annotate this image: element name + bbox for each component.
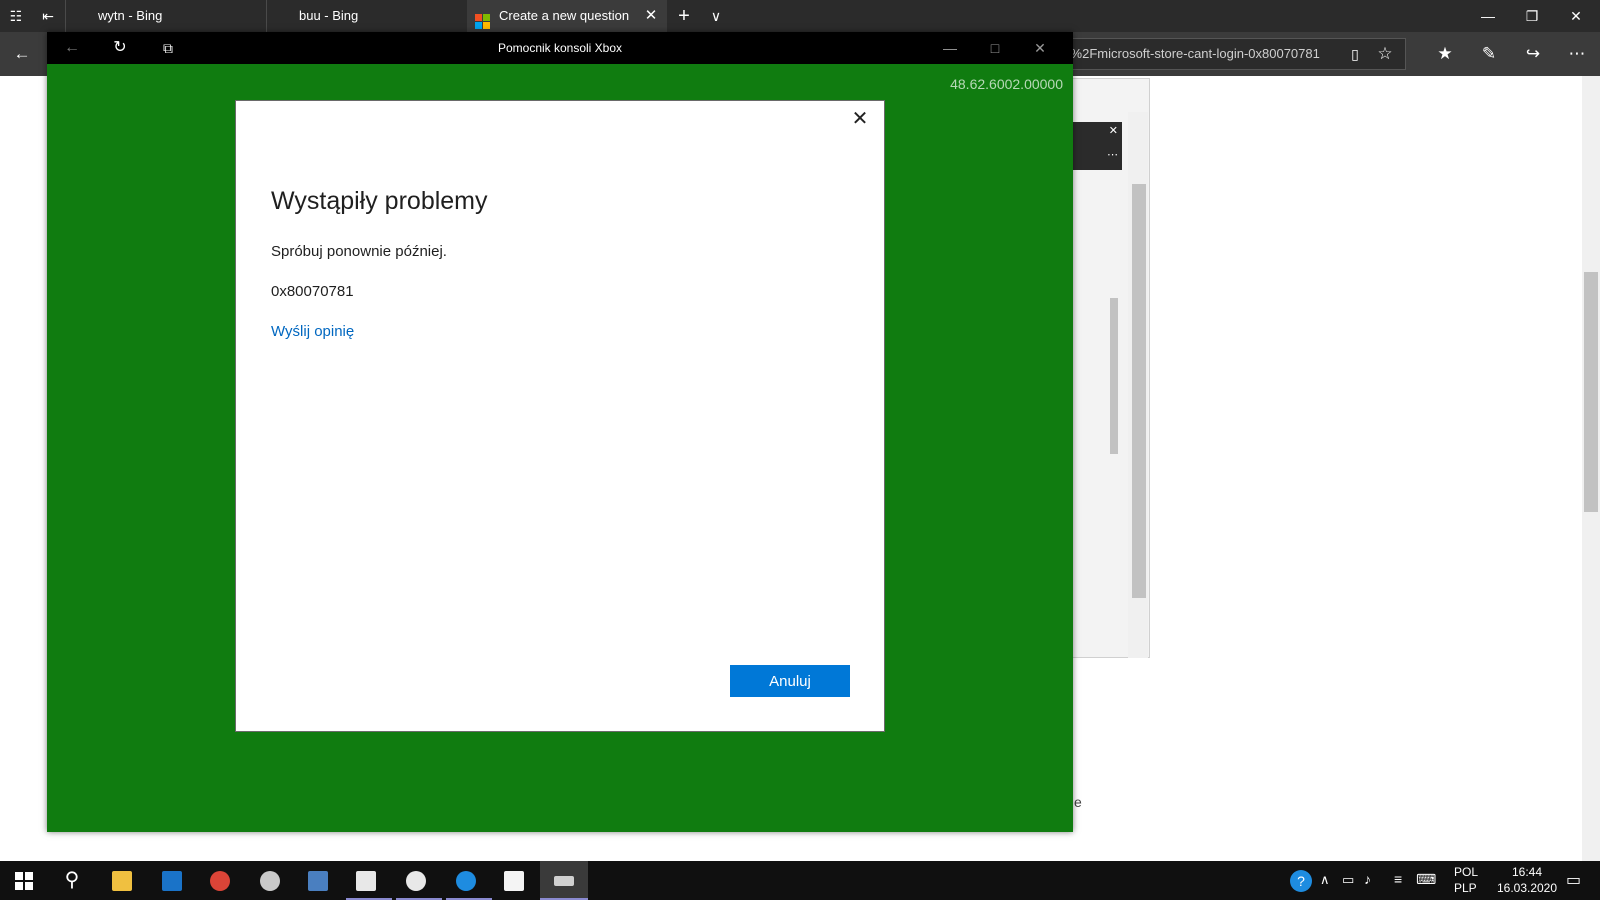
embedded-inner-scrollbar-thumb[interactable] [1110, 298, 1118, 454]
paint-icon[interactable] [246, 861, 294, 900]
reading-view-icon[interactable]: ▯ [1340, 32, 1370, 76]
refresh-icon[interactable]: ↻ [105, 32, 135, 64]
error-dialog: ✕ Wystąpiły problemy Spróbuj ponownie pó… [235, 100, 885, 732]
close-icon[interactable]: ✕ [846, 105, 874, 133]
address-text: re%2Fmicrosoft-store-cant-login-0x800707… [1059, 46, 1320, 61]
embedded-scrollbar-thumb[interactable] [1132, 184, 1146, 598]
cancel-button[interactable]: Anuluj [730, 665, 850, 697]
close-window-icon[interactable]: ✕ [1556, 0, 1596, 32]
back-arrow-icon[interactable]: ← [7, 32, 37, 76]
more-options-icon[interactable]: ⋯ [1562, 32, 1592, 76]
help-icon[interactable]: ? [1290, 870, 1312, 892]
tab-close-icon[interactable]: ✕ [641, 0, 661, 32]
favorites-hub-icon[interactable]: ★ [1430, 32, 1460, 76]
send-feedback-link[interactable]: Wyślij opinię [271, 323, 354, 340]
tab-preview-icon[interactable]: ☷ [4, 0, 28, 32]
start-windows-icon[interactable] [0, 861, 48, 900]
tab-label: buu - Bing [299, 8, 359, 23]
share-icon[interactable]: ↪ [1518, 32, 1548, 76]
snap-window-icon[interactable]: ⧉ [153, 32, 183, 64]
clock-time[interactable]: 16:44 [1500, 865, 1554, 879]
tab-label: wytn - Bing [98, 8, 163, 23]
volume-icon[interactable]: ♪ [1364, 871, 1371, 887]
minimize-icon[interactable]: — [935, 32, 965, 64]
error-code: 0x80070781 [271, 283, 354, 300]
embedded-close-icon[interactable]: ✕ [1109, 124, 1118, 137]
page-scrollbar-thumb[interactable] [1584, 272, 1598, 512]
set-tabs-aside-icon[interactable]: ⇤ [36, 0, 60, 32]
dialog-message: Spróbuj ponownie później. [271, 243, 447, 260]
restore-icon[interactable]: ❐ [1512, 0, 1552, 32]
microsoft-store-icon[interactable] [490, 861, 538, 900]
back-arrow-icon[interactable]: ← [57, 32, 87, 64]
feedback-hub-icon[interactable] [392, 861, 440, 900]
app-version: 48.62.6002.00000 [950, 76, 1063, 92]
favorite-star-icon[interactable]: ☆ [1370, 32, 1400, 76]
page-fragment-text: e [1074, 794, 1082, 810]
tab-list-chevron-icon[interactable]: ∨ [702, 0, 730, 32]
tab-create-question[interactable]: Create a new question o ✕ [467, 0, 667, 32]
remote-desktop-icon[interactable] [294, 861, 342, 900]
chevron-up-icon[interactable]: ∧ [1320, 872, 1330, 888]
file-explorer-icon[interactable] [98, 861, 146, 900]
new-tab-icon[interactable]: + [670, 0, 698, 32]
clock-date[interactable]: 16.03.2020 [1490, 881, 1564, 895]
input-language-top[interactable]: POL [1454, 865, 1478, 879]
xbox-titlebar: Pomocnik konsoli Xbox ← ↻ ⧉ — □ ✕ [47, 32, 1073, 64]
tab-label: Create a new question o [499, 8, 633, 23]
people-icon[interactable] [342, 861, 390, 900]
microsoft-logo-icon [475, 9, 490, 29]
xbox-companion-taskbar-icon[interactable] [540, 861, 588, 900]
mail-icon[interactable] [148, 861, 196, 900]
browser-tab-strip: ☷ ⇤ wytn - Bing buu - Bing Create a new … [0, 0, 1600, 32]
edge-icon[interactable] [442, 861, 490, 900]
embedded-window-titlebar: ✕ ⋯ [1070, 122, 1122, 170]
embedded-more-icon[interactable]: ⋯ [1107, 148, 1118, 161]
window-title: Pomocnik konsoli Xbox [497, 41, 623, 55]
action-center-icon[interactable]: ▭ [1566, 870, 1581, 890]
keyboard-icon[interactable]: ⌨ [1416, 871, 1436, 888]
input-language-bottom[interactable]: PLP [1454, 881, 1477, 895]
pen-notes-icon[interactable]: ✎ [1474, 32, 1504, 76]
tab-buu-bing[interactable]: buu - Bing [267, 0, 467, 32]
search-icon[interactable]: ⚲ [48, 861, 96, 900]
close-window-icon[interactable]: ✕ [1025, 32, 1055, 64]
windows-taskbar: ⚲ ? ∧ ▭ ♪ ≡ ⌨ POL PLP 16:44 16.03.2020 ▭ [0, 861, 1600, 900]
chrome-icon[interactable] [196, 861, 244, 900]
dialog-title: Wystąpiły problemy [271, 187, 488, 215]
minimize-icon[interactable]: — [1468, 0, 1508, 32]
tab-wytn-bing[interactable]: wytn - Bing [66, 0, 266, 32]
maximize-icon[interactable]: □ [980, 32, 1010, 64]
network-icon[interactable]: ≡ [1394, 871, 1402, 887]
battery-icon[interactable]: ▭ [1342, 872, 1354, 888]
